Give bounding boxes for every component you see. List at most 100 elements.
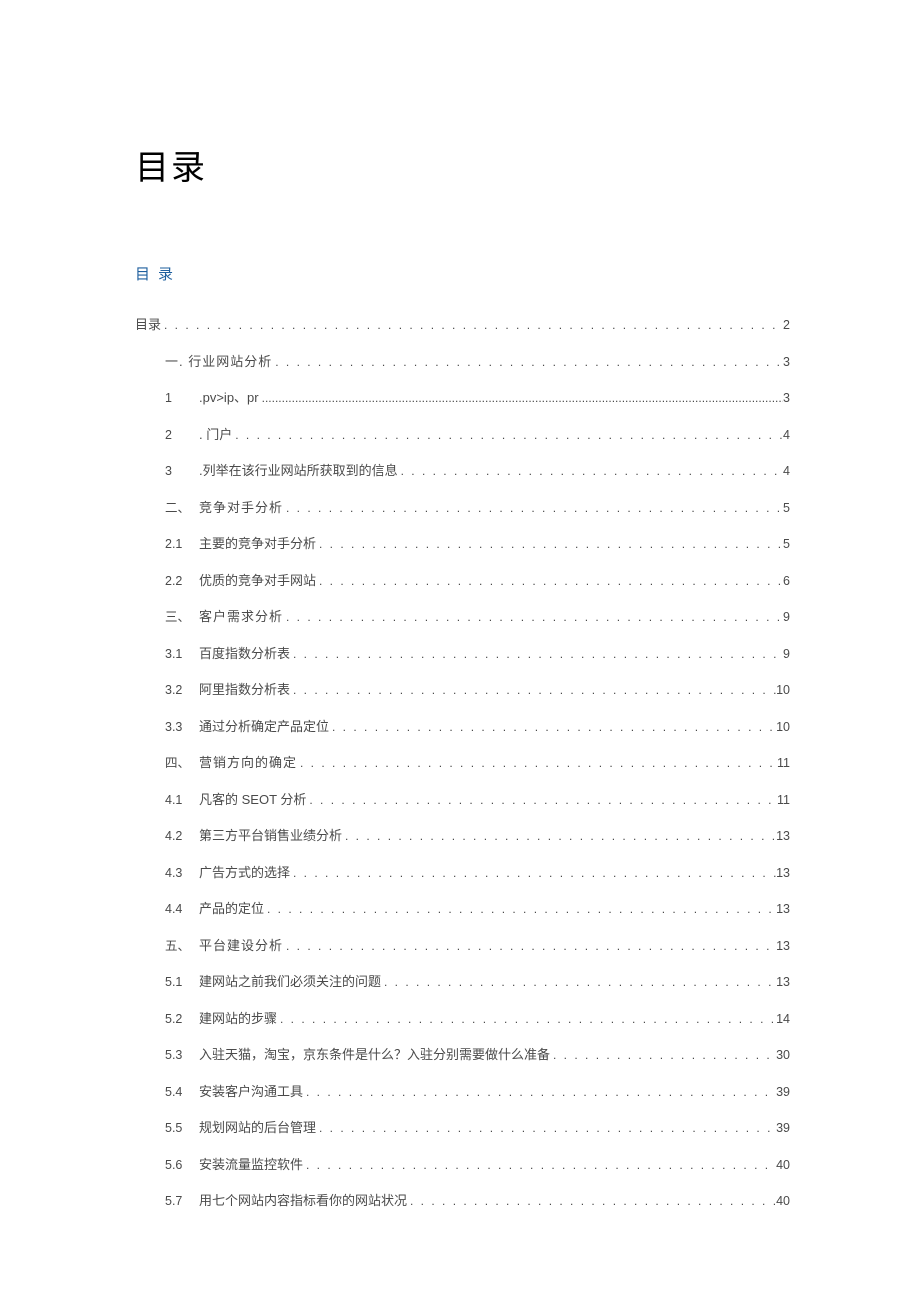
- toc-entry-text: 平台建设分析: [199, 937, 283, 955]
- toc-entry-page: 40: [776, 1193, 790, 1211]
- toc-entry: 5.6安装流量监控软件. . . . . . . . . . . . . . .…: [165, 1156, 790, 1175]
- toc-entry: 2.1主要的竞争对手分析. . . . . . . . . . . . . . …: [165, 535, 790, 554]
- toc-entry: 5.4安装客户沟通工具. . . . . . . . . . . . . . .…: [165, 1083, 790, 1102]
- toc-leader-dots: . . . . . . . . . . . . . . . . . . . . …: [283, 938, 776, 955]
- toc-entry-number: 4.4: [165, 901, 199, 919]
- toc-entry-page: 4: [783, 427, 790, 445]
- toc-entry-number: 3.2: [165, 682, 199, 700]
- toc-entry-text: 产品的定位: [199, 900, 264, 918]
- toc-heading: 目录: [135, 263, 790, 284]
- toc-entry-page: 3: [783, 354, 790, 372]
- toc-entry: 4.2第三方平台销售业绩分析. . . . . . . . . . . . . …: [165, 827, 790, 846]
- toc-entry-number: 5.4: [165, 1084, 199, 1102]
- toc-leader-dots: . . . . . . . . . . . . . . . . . . . . …: [283, 500, 783, 517]
- toc-entry-number: 5.7: [165, 1193, 199, 1211]
- toc-entry-text: .pv>ip、pr: [199, 389, 259, 407]
- toc-entry: 5.2建网站的步骤. . . . . . . . . . . . . . . .…: [165, 1010, 790, 1029]
- toc-entry-text: 优质的竞争对手网站: [199, 572, 316, 590]
- toc-entry-number: 4.3: [165, 865, 199, 883]
- toc-entry-number: 4.1: [165, 792, 199, 810]
- toc-entry-page: 30: [776, 1047, 790, 1065]
- toc-entry-number: 5.1: [165, 974, 199, 992]
- toc-entry-number: 2: [165, 427, 199, 445]
- toc-leader-dots: . . . . . . . . . . . . . . . . . . . . …: [264, 901, 776, 918]
- toc-entry-page: 13: [776, 974, 790, 992]
- toc-entry: 3.列举在该行业网站所获取到的信息. . . . . . . . . . . .…: [165, 462, 790, 481]
- toc-entry-page: 11: [777, 755, 790, 773]
- toc-leader-dots: . . . . . . . . . . . . . . . . . . . . …: [232, 427, 783, 444]
- toc-entry-number: 1: [165, 390, 199, 408]
- toc-entry: 一. 行业网站分析. . . . . . . . . . . . . . . .…: [165, 353, 790, 372]
- toc-leader-dots: . . . . . . . . . . . . . . . . . . . . …: [303, 1157, 776, 1174]
- toc-entry-text: 营销方向的确定: [199, 754, 297, 772]
- toc-entry-page: 11: [777, 792, 790, 810]
- toc-leader-dots: . . . . . . . . . . . . . . . . . . . . …: [290, 682, 776, 699]
- toc-entry: 目录. . . . . . . . . . . . . . . . . . . …: [135, 316, 790, 335]
- toc-entry-text: 安装客户沟通工具: [199, 1083, 303, 1101]
- toc-leader-dots: . . . . . . . . . . . . . . . . . . . . …: [277, 1011, 776, 1028]
- toc-entry-page: 3: [783, 390, 790, 408]
- toc-entry-number: 四、: [165, 755, 199, 773]
- toc-entry-number: 三、: [165, 609, 199, 627]
- toc-entry-page: 13: [776, 938, 790, 956]
- toc-entry-number: 5.6: [165, 1157, 199, 1175]
- toc-entry-text: 一. 行业网站分析: [165, 353, 272, 371]
- toc-leader-dots: . . . . . . . . . . . . . . . . . . . . …: [316, 1120, 776, 1137]
- toc-entry-page: 9: [783, 646, 790, 664]
- toc-entry-text: 客户需求分析: [199, 608, 283, 626]
- toc-entry: 1.pv>ip、pr..............................…: [165, 389, 790, 408]
- toc-leader-dots: . . . . . . . . . . . . . . . . . . . . …: [272, 354, 783, 371]
- toc-entry: 4.4产品的定位. . . . . . . . . . . . . . . . …: [165, 900, 790, 919]
- toc-entry-number: 3.3: [165, 719, 199, 737]
- toc-leader-dots: . . . . . . . . . . . . . . . . . . . . …: [161, 317, 783, 334]
- toc-entry-number: 5.2: [165, 1011, 199, 1029]
- toc-entry-text: 广告方式的选择: [199, 864, 290, 882]
- toc-entry-text: 通过分析确定产品定位: [199, 718, 329, 736]
- toc-entry-text: 入驻天猫，淘宝，京东条件是什么？入驻分别需要做什么准备: [199, 1046, 550, 1064]
- toc-entry-number: 4.2: [165, 828, 199, 846]
- toc-entry-text: 第三方平台销售业绩分析: [199, 827, 342, 845]
- toc-leader-dots: . . . . . . . . . . . . . . . . . . . . …: [303, 1084, 776, 1101]
- toc-entry-page: 13: [776, 865, 790, 883]
- toc-entry-number: 5.3: [165, 1047, 199, 1065]
- page-title: 目录: [135, 140, 790, 189]
- toc-entry: 4.1凡客的 SEOT 分析. . . . . . . . . . . . . …: [165, 791, 790, 810]
- toc-entry: 2. 门户. . . . . . . . . . . . . . . . . .…: [165, 426, 790, 445]
- toc-leader-dots: . . . . . . . . . . . . . . . . . . . . …: [306, 792, 777, 809]
- toc-entry-page: 40: [776, 1157, 790, 1175]
- toc-leader-dots: . . . . . . . . . . . . . . . . . . . . …: [290, 646, 783, 663]
- toc-entry: 3.1百度指数分析表. . . . . . . . . . . . . . . …: [165, 645, 790, 664]
- toc-list: 目录. . . . . . . . . . . . . . . . . . . …: [135, 316, 790, 1211]
- toc-entry-text: 建网站之前我们必须关注的问题: [199, 973, 381, 991]
- toc-leader-dots: . . . . . . . . . . . . . . . . . . . . …: [398, 463, 783, 480]
- toc-leader-dots: . . . . . . . . . . . . . . . . . . . . …: [290, 865, 776, 882]
- toc-entry: 4.3广告方式的选择. . . . . . . . . . . . . . . …: [165, 864, 790, 883]
- toc-leader-dots: . . . . . . . . . . . . . . . . . . . . …: [297, 755, 777, 772]
- toc-entry-number: 五、: [165, 938, 199, 956]
- toc-entry-text: 百度指数分析表: [199, 645, 290, 663]
- toc-entry-text: 用七个网站内容指标看你的网站状况: [199, 1192, 407, 1210]
- toc-entry: 5.1建网站之前我们必须关注的问题. . . . . . . . . . . .…: [165, 973, 790, 992]
- toc-entry-text: 凡客的 SEOT 分析: [199, 791, 306, 809]
- toc-entry-page: 39: [776, 1084, 790, 1102]
- toc-entry: 三、客户需求分析. . . . . . . . . . . . . . . . …: [165, 608, 790, 627]
- toc-entry-number: 二、: [165, 500, 199, 518]
- toc-entry-text: 建网站的步骤: [199, 1010, 277, 1028]
- toc-entry-text: 安装流量监控软件: [199, 1156, 303, 1174]
- toc-entry: 五、平台建设分析. . . . . . . . . . . . . . . . …: [165, 937, 790, 956]
- toc-entry-number: 2.1: [165, 536, 199, 554]
- toc-entry-number: 3: [165, 463, 199, 481]
- toc-entry: 2.2优质的竞争对手网站. . . . . . . . . . . . . . …: [165, 572, 790, 591]
- toc-entry-page: 39: [776, 1120, 790, 1138]
- toc-entry-number: 3.1: [165, 646, 199, 664]
- toc-leader-dots: . . . . . . . . . . . . . . . . . . . . …: [381, 974, 776, 991]
- toc-leader-dots: . . . . . . . . . . . . . . . . . . . . …: [329, 719, 776, 736]
- toc-entry-page: 10: [776, 682, 790, 700]
- toc-entry-page: 13: [776, 901, 790, 919]
- toc-entry-text: 规划网站的后台管理: [199, 1119, 316, 1137]
- toc-entry: 3.3通过分析确定产品定位. . . . . . . . . . . . . .…: [165, 718, 790, 737]
- toc-entry-text: .列举在该行业网站所获取到的信息: [199, 462, 398, 480]
- toc-entry-text: . 门户: [199, 426, 232, 444]
- toc-entry-page: 2: [783, 317, 790, 335]
- toc-leader-dots: . . . . . . . . . . . . . . . . . . . . …: [550, 1047, 776, 1064]
